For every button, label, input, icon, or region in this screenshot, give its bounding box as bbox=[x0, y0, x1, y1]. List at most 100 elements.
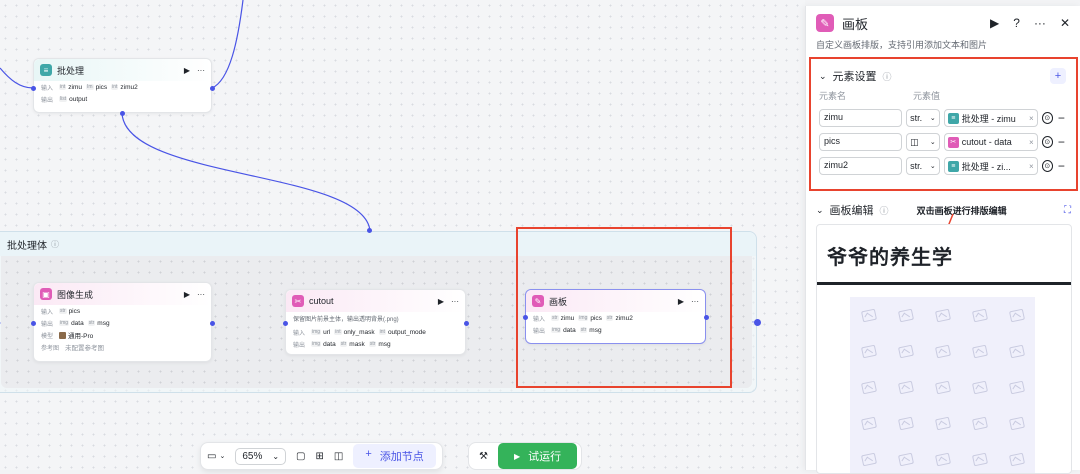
image-placeholder-icon bbox=[1008, 452, 1025, 466]
image-placeholder-icon bbox=[934, 416, 951, 430]
node-batch-bottom-port[interactable] bbox=[120, 111, 125, 116]
node-cutout-in-port[interactable] bbox=[283, 321, 288, 326]
ref-picker-icon[interactable]: ⊙ bbox=[1041, 112, 1053, 124]
image-placeholder-icon bbox=[934, 380, 951, 394]
input-tag: int zimu bbox=[59, 84, 82, 91]
cutout-icon: ✂ bbox=[947, 136, 959, 148]
type-badge: int bbox=[334, 329, 342, 335]
batch-icon: ≡ bbox=[40, 64, 52, 76]
help-icon[interactable]: ? bbox=[1013, 16, 1020, 30]
batch-icon: ≡ bbox=[947, 112, 959, 124]
layout-button[interactable]: ⊞ bbox=[316, 451, 324, 462]
more-icon[interactable]: ··· bbox=[197, 66, 205, 75]
node-cutout-inputs: 输入 img url int only_mask int output_mode bbox=[286, 326, 465, 338]
element-ref-select[interactable]: ✂ cutout - data × bbox=[943, 133, 1038, 151]
info-icon: ⓘ bbox=[879, 205, 889, 216]
play-icon[interactable]: ▶ bbox=[990, 16, 999, 30]
element-ref-select[interactable]: ≡ 批处理 - zi... × bbox=[943, 157, 1038, 175]
element-type-value: str. bbox=[910, 161, 923, 171]
node-image-gen[interactable]: ▣ 图像生成 ▶ ··· 输入 str pics 输出 img data str msg… bbox=[31, 282, 215, 362]
remove-element-button[interactable]: − bbox=[1057, 159, 1066, 173]
remove-element-button[interactable]: − bbox=[1057, 135, 1066, 149]
image-placeholder-icon bbox=[971, 416, 988, 430]
test-run-label: 试运行 bbox=[528, 451, 562, 463]
node-batch-title: 批处理 bbox=[57, 65, 85, 76]
input-tag: int output_mode bbox=[378, 328, 426, 336]
node-image-gen-out-port[interactable] bbox=[210, 321, 215, 326]
remove-element-button[interactable]: − bbox=[1057, 111, 1066, 125]
play-icon[interactable]: ▶ bbox=[184, 66, 190, 75]
node-image-gen-inputs: 输入 str pics bbox=[34, 305, 211, 317]
batch-group-title: 批处理体 bbox=[7, 240, 47, 252]
expand-icon[interactable]: ⛶ bbox=[1064, 205, 1071, 216]
board-image-placeholder[interactable] bbox=[850, 297, 1035, 473]
add-node-label: 添加节点 bbox=[379, 451, 424, 463]
image-placeholder-icon bbox=[934, 452, 951, 466]
node-batch[interactable]: ≡ 批处理 ▶ ··· 输入 int zimu Im pics int zimu2 输出… bbox=[31, 58, 215, 116]
test-run-button[interactable]: ▶ 试运行 bbox=[497, 443, 578, 469]
image-placeholder-icon bbox=[897, 344, 914, 358]
board-heading[interactable]: 爷爷的养生学 bbox=[817, 225, 1071, 270]
board-edit-title: 画板编辑 bbox=[829, 205, 874, 217]
node-cutout-outputs: 输出 img data str mask str msg bbox=[286, 338, 465, 350]
chevron-down-icon: ⌄ bbox=[929, 139, 936, 146]
element-name-input[interactable]: zimu bbox=[819, 109, 903, 127]
play-icon[interactable]: ▶ bbox=[184, 290, 190, 299]
element-name-input[interactable]: zimu2 bbox=[819, 157, 903, 175]
element-type-select[interactable]: str. ⌄ bbox=[906, 157, 940, 175]
workflow-canvas[interactable]: 批处理体 ⓘ ≡ 批处理 ▶ ··· 输入 int zimu Im pics int z… bbox=[0, 0, 805, 470]
element-name-input[interactable]: pics bbox=[819, 133, 903, 151]
input-tag: img url bbox=[311, 329, 330, 336]
board-preview[interactable]: 爷爷的养生学 bbox=[816, 224, 1072, 474]
image-placeholder-icon bbox=[1008, 308, 1025, 322]
zoom-value: 65% bbox=[242, 450, 263, 462]
play-icon[interactable]: ▶ bbox=[438, 297, 444, 306]
minimap-toggle-button[interactable]: ▭ ⌄ bbox=[207, 451, 225, 462]
element-ref-select[interactable]: ≡ 批处理 - zimu × bbox=[943, 109, 1038, 127]
node-cutout-out-port[interactable] bbox=[464, 321, 469, 326]
node-batch-in-port[interactable] bbox=[31, 86, 36, 91]
input-name: output_mode bbox=[387, 328, 426, 336]
element-settings-header[interactable]: ⌄ 元素设置 ⓘ + bbox=[811, 68, 1076, 84]
image-icon: ▣ bbox=[40, 288, 52, 300]
clear-icon[interactable]: × bbox=[1029, 138, 1034, 147]
element-type-select[interactable]: ◫ ⌄ bbox=[906, 133, 940, 151]
clear-icon[interactable]: × bbox=[1029, 114, 1034, 123]
node-image-gen-title: 图像生成 bbox=[57, 289, 94, 300]
node-batch-out-port[interactable] bbox=[210, 86, 215, 91]
type-badge: img bbox=[59, 320, 70, 326]
comment-button[interactable]: ▢ bbox=[296, 451, 305, 462]
node-image-gen-outputs: 输出 img data str msg bbox=[34, 317, 211, 329]
cutout-icon: ✂ bbox=[292, 295, 304, 307]
minimap-icon: ▭ bbox=[207, 450, 217, 462]
type-badge: str bbox=[87, 320, 96, 326]
panel-desc: 自定义画板排版，支持引用添加文本和图片 bbox=[816, 40, 988, 50]
plus-icon: + bbox=[365, 448, 372, 460]
output-tag: str msg bbox=[368, 340, 391, 348]
ref-label: 参考图 bbox=[41, 345, 60, 352]
node-cutout[interactable]: ✂ cutout ▶ ··· 保留图片前景主体，输出透明背景(.png) 输入 i… bbox=[283, 289, 469, 355]
node-image-gen-in-port[interactable] bbox=[31, 321, 36, 326]
ref-picker-icon[interactable]: ⊙ bbox=[1041, 160, 1053, 172]
more-icon[interactable]: ··· bbox=[197, 290, 205, 299]
group-right-port[interactable] bbox=[754, 319, 761, 326]
more-icon[interactable]: ··· bbox=[451, 297, 459, 306]
close-icon[interactable]: ✕ bbox=[1060, 16, 1070, 30]
output-name: msg bbox=[378, 340, 391, 348]
zoom-select[interactable]: 65% ⌄ bbox=[235, 447, 287, 465]
group-top-port[interactable] bbox=[367, 228, 372, 233]
image-placeholder-icon bbox=[971, 308, 988, 322]
element-type-select[interactable]: str. ⌄ bbox=[906, 109, 940, 127]
clear-icon[interactable]: × bbox=[1029, 162, 1034, 171]
input-label: 输入 bbox=[41, 309, 54, 316]
image-button[interactable]: ◫ bbox=[334, 451, 343, 462]
input-name: url bbox=[323, 328, 331, 336]
ref-picker-icon[interactable]: ⊙ bbox=[1041, 136, 1053, 148]
board-divider bbox=[817, 282, 1071, 285]
add-node-button[interactable]: + 添加节点 bbox=[353, 444, 436, 468]
node-settings-panel: ✎ 画板 ▶ ? ··· ✕ 自定义画板排版，支持引用添加文本和图片 ⌄ 元素设… bbox=[805, 6, 1080, 474]
add-element-button[interactable]: + bbox=[1050, 68, 1066, 84]
node-image-gen-header: ▣ 图像生成 ▶ ··· bbox=[34, 283, 211, 305]
debug-button[interactable]: ⚒ bbox=[479, 451, 488, 462]
more-icon[interactable]: ··· bbox=[1034, 16, 1046, 30]
